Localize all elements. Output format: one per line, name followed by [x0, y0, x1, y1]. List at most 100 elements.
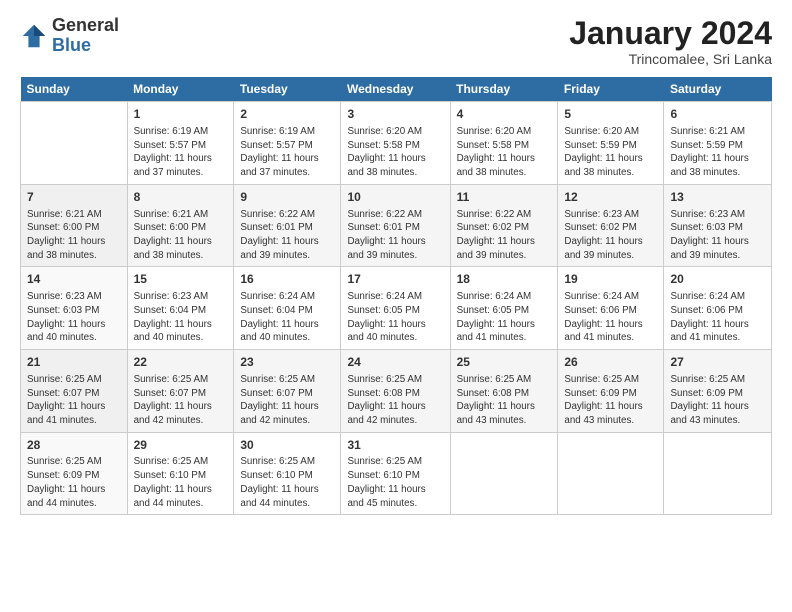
calendar-cell — [664, 432, 772, 515]
day-info: Sunrise: 6:25 AM Sunset: 6:07 PM Dayligh… — [134, 373, 228, 428]
day-info: Sunrise: 6:21 AM Sunset: 6:00 PM Dayligh… — [134, 208, 228, 263]
day-info: Sunrise: 6:21 AM Sunset: 6:00 PM Dayligh… — [27, 208, 121, 263]
calendar-cell: 17 Sunrise: 6:24 AM Sunset: 6:05 PM Dayli… — [341, 267, 450, 350]
day-info: Sunrise: 6:20 AM Sunset: 5:59 PM Dayligh… — [564, 125, 657, 180]
col-monday: Monday — [127, 77, 234, 102]
day-number: 20 — [670, 271, 765, 288]
calendar-cell: 30Sunrise: 6:25 AM Sunset: 6:10 PM Dayli… — [234, 432, 341, 515]
logo-blue-label: Blue — [52, 36, 119, 56]
calendar-cell: 16 Sunrise: 6:24 AM Sunset: 6:04 PM Dayli… — [234, 267, 341, 350]
day-number: 31 — [347, 437, 443, 454]
calendar-cell: 14 Sunrise: 6:23 AM Sunset: 6:03 PM Dayli… — [21, 267, 128, 350]
calendar-cell: 7 Sunrise: 6:21 AM Sunset: 6:00 PM Daylig… — [21, 184, 128, 267]
day-info: Sunrise: 6:23 AM Sunset: 6:03 PM Dayligh… — [27, 290, 121, 345]
calendar-cell: 9 Sunrise: 6:22 AM Sunset: 6:01 PM Daylig… — [234, 184, 341, 267]
day-info: Sunrise: 6:25 AM Sunset: 6:07 PM Dayligh… — [27, 373, 121, 428]
calendar-cell — [558, 432, 664, 515]
calendar-cell: 15 Sunrise: 6:23 AM Sunset: 6:04 PM Dayli… — [127, 267, 234, 350]
day-number: 22 — [134, 354, 228, 371]
day-info: Sunrise: 6:25 AM Sunset: 6:10 PM Dayligh… — [240, 455, 334, 510]
day-info: Sunrise: 6:25 AM Sunset: 6:10 PM Dayligh… — [347, 455, 443, 510]
col-thursday: Thursday — [450, 77, 558, 102]
calendar-week-2: 7 Sunrise: 6:21 AM Sunset: 6:00 PM Daylig… — [21, 184, 772, 267]
logo-icon — [20, 22, 48, 50]
calendar-cell: 27 Sunrise: 6:25 AM Sunset: 6:09 PM Dayli… — [664, 350, 772, 433]
calendar-week-4: 21Sunrise: 6:25 AM Sunset: 6:07 PM Dayli… — [21, 350, 772, 433]
day-number: 9 — [240, 189, 334, 206]
day-number: 16 — [240, 271, 334, 288]
day-info: Sunrise: 6:19 AM Sunset: 5:57 PM Dayligh… — [240, 125, 334, 180]
day-number: 25 — [457, 354, 552, 371]
calendar-cell: 13 Sunrise: 6:23 AM Sunset: 6:03 PM Dayli… — [664, 184, 772, 267]
day-number: 12 — [564, 189, 657, 206]
day-info: Sunrise: 6:25 AM Sunset: 6:08 PM Dayligh… — [347, 373, 443, 428]
day-info: Sunrise: 6:23 AM Sunset: 6:02 PM Dayligh… — [564, 208, 657, 263]
day-number: 17 — [347, 271, 443, 288]
calendar-cell: 25 Sunrise: 6:25 AM Sunset: 6:08 PM Dayli… — [450, 350, 558, 433]
day-number: 18 — [457, 271, 552, 288]
calendar-cell: 12 Sunrise: 6:23 AM Sunset: 6:02 PM Dayli… — [558, 184, 664, 267]
day-info: Sunrise: 6:20 AM Sunset: 5:58 PM Dayligh… — [457, 125, 552, 180]
day-number: 28 — [27, 437, 121, 454]
calendar-cell: 8 Sunrise: 6:21 AM Sunset: 6:00 PM Daylig… — [127, 184, 234, 267]
day-number: 8 — [134, 189, 228, 206]
calendar-cell: 20Sunrise: 6:24 AM Sunset: 6:06 PM Dayli… — [664, 267, 772, 350]
calendar-cell: 22 Sunrise: 6:25 AM Sunset: 6:07 PM Dayli… — [127, 350, 234, 433]
col-saturday: Saturday — [664, 77, 772, 102]
calendar-cell: 10Sunrise: 6:22 AM Sunset: 6:01 PM Dayli… — [341, 184, 450, 267]
calendar-week-1: 1 Sunrise: 6:19 AM Sunset: 5:57 PM Daylig… — [21, 102, 772, 185]
month-title: January 2024 — [569, 16, 772, 51]
col-sunday: Sunday — [21, 77, 128, 102]
calendar-cell: 2Sunrise: 6:19 AM Sunset: 5:57 PM Daylig… — [234, 102, 341, 185]
logo-general-label: General — [52, 16, 119, 36]
day-number: 7 — [27, 189, 121, 206]
calendar-header: Sunday Monday Tuesday Wednesday Thursday… — [21, 77, 772, 102]
day-info: Sunrise: 6:22 AM Sunset: 6:01 PM Dayligh… — [347, 208, 443, 263]
day-info: Sunrise: 6:25 AM Sunset: 6:09 PM Dayligh… — [670, 373, 765, 428]
day-info: Sunrise: 6:23 AM Sunset: 6:04 PM Dayligh… — [134, 290, 228, 345]
day-info: Sunrise: 6:22 AM Sunset: 6:01 PM Dayligh… — [240, 208, 334, 263]
day-number: 4 — [457, 106, 552, 123]
calendar-cell: 4 Sunrise: 6:20 AM Sunset: 5:58 PM Daylig… — [450, 102, 558, 185]
day-info: Sunrise: 6:25 AM Sunset: 6:08 PM Dayligh… — [457, 373, 552, 428]
calendar-cell: 29Sunrise: 6:25 AM Sunset: 6:10 PM Dayli… — [127, 432, 234, 515]
calendar-cell: 31Sunrise: 6:25 AM Sunset: 6:10 PM Dayli… — [341, 432, 450, 515]
calendar-cell — [21, 102, 128, 185]
day-number: 3 — [347, 106, 443, 123]
calendar-cell: 5Sunrise: 6:20 AM Sunset: 5:59 PM Daylig… — [558, 102, 664, 185]
day-number: 15 — [134, 271, 228, 288]
calendar-week-3: 14 Sunrise: 6:23 AM Sunset: 6:03 PM Dayli… — [21, 267, 772, 350]
day-info: Sunrise: 6:24 AM Sunset: 6:04 PM Dayligh… — [240, 290, 334, 345]
calendar-cell: 6 Sunrise: 6:21 AM Sunset: 5:59 PM Daylig… — [664, 102, 772, 185]
day-number: 1 — [134, 106, 228, 123]
calendar-cell: 19Sunrise: 6:24 AM Sunset: 6:06 PM Dayli… — [558, 267, 664, 350]
day-number: 13 — [670, 189, 765, 206]
calendar-cell: 3Sunrise: 6:20 AM Sunset: 5:58 PM Daylig… — [341, 102, 450, 185]
logo: General Blue — [20, 16, 119, 56]
calendar-cell: 28Sunrise: 6:25 AM Sunset: 6:09 PM Dayli… — [21, 432, 128, 515]
day-info: Sunrise: 6:19 AM Sunset: 5:57 PM Dayligh… — [134, 125, 228, 180]
day-number: 27 — [670, 354, 765, 371]
calendar-table: Sunday Monday Tuesday Wednesday Thursday… — [20, 77, 772, 515]
col-friday: Friday — [558, 77, 664, 102]
day-info: Sunrise: 6:24 AM Sunset: 6:05 PM Dayligh… — [457, 290, 552, 345]
calendar-cell: 21Sunrise: 6:25 AM Sunset: 6:07 PM Dayli… — [21, 350, 128, 433]
calendar-cell: 26 Sunrise: 6:25 AM Sunset: 6:09 PM Dayli… — [558, 350, 664, 433]
day-number: 11 — [457, 189, 552, 206]
day-number: 30 — [240, 437, 334, 454]
day-number: 14 — [27, 271, 121, 288]
calendar-cell: 1 Sunrise: 6:19 AM Sunset: 5:57 PM Daylig… — [127, 102, 234, 185]
day-info: Sunrise: 6:23 AM Sunset: 6:03 PM Dayligh… — [670, 208, 765, 263]
day-info: Sunrise: 6:24 AM Sunset: 6:05 PM Dayligh… — [347, 290, 443, 345]
location: Trincomalee, Sri Lanka — [569, 51, 772, 67]
day-number: 6 — [670, 106, 765, 123]
day-info: Sunrise: 6:21 AM Sunset: 5:59 PM Dayligh… — [670, 125, 765, 180]
day-info: Sunrise: 6:22 AM Sunset: 6:02 PM Dayligh… — [457, 208, 552, 263]
col-tuesday: Tuesday — [234, 77, 341, 102]
header: General Blue January 2024 Trincomalee, S… — [20, 16, 772, 67]
day-info: Sunrise: 6:25 AM Sunset: 6:09 PM Dayligh… — [564, 373, 657, 428]
calendar-week-5: 28Sunrise: 6:25 AM Sunset: 6:09 PM Dayli… — [21, 432, 772, 515]
page: General Blue January 2024 Trincomalee, S… — [0, 0, 792, 612]
day-number: 26 — [564, 354, 657, 371]
calendar-cell: 18 Sunrise: 6:24 AM Sunset: 6:05 PM Dayli… — [450, 267, 558, 350]
